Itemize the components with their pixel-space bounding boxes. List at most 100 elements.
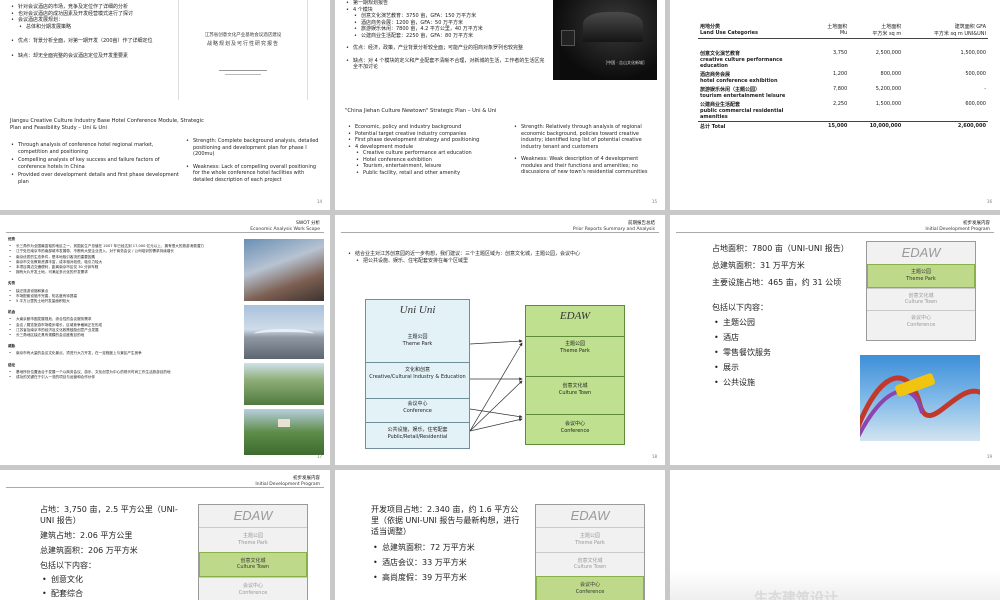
box-en: Conference — [560, 428, 590, 434]
slide-page-21: 开发项目占地：2.340 亩，约 1.6 平方公里（依据 UNI-UNI 报告与… — [335, 470, 665, 600]
slide-page-22: 生态建筑设计 — [670, 470, 1000, 600]
cell-en: Conference — [906, 321, 936, 328]
box-en: Public/Retail/Residential — [387, 434, 448, 440]
uni-box-public: 公共设施，娱乐，住宅配套 Public/Retail/Residential — [366, 422, 469, 441]
swot-item: 5 平方公里的土地开发量面积较大 — [8, 299, 233, 304]
edaw-panel: EDAW 主题公园 Theme Park 创意文化城 Culture Town 会议… — [198, 504, 308, 600]
cell: 1,500,000 — [875, 100, 902, 107]
page-number: 14 — [316, 199, 322, 204]
page-number: 16 — [986, 199, 992, 204]
sub-bullet: 总体和分期发展策略 — [10, 24, 170, 31]
col-header: 土地面积 — [881, 24, 902, 30]
page-heading: Jiangsu Creative Culture Industry Base H… — [10, 118, 204, 131]
cell-cn: 创意文化城 — [908, 292, 934, 299]
edaw-cell-theme-park: 主题公园 Theme Park — [199, 527, 307, 552]
table-row: 公建商业生活配套 public commercial residential am… — [698, 100, 988, 122]
col-header: Mu — [839, 30, 848, 36]
weakness-cn: 缺点：对 4 个模块的定义和产业配套不清晰不合理，对新城的生活，工作者的生活区完… — [345, 58, 545, 71]
cell-en: Conference — [575, 588, 605, 595]
header-cn: 初步发展内容 — [293, 476, 320, 481]
page-number: 17 — [316, 454, 322, 459]
weakness-cn: 缺点：却无全面完整的会议酒店定位及开发重要素 — [10, 53, 170, 60]
cell: - — [984, 85, 986, 92]
crowd-photo — [244, 239, 324, 301]
box-cn: 会议中心 — [564, 421, 585, 427]
header-cn: 初步发展内容 — [963, 221, 990, 226]
strength-cn: 优点：背景分析全面，对第一期开发（200亩）作了详细定位 — [10, 38, 170, 45]
cell-en: Culture Town — [573, 564, 607, 571]
cell-en: Culture Town — [236, 564, 270, 571]
facilities-area: 主要设施占地：465 亩，约 31 公顷 — [712, 278, 842, 287]
header-cn: SWOT 分析 — [295, 221, 320, 226]
box-en: Culture Town — [558, 390, 592, 396]
box-cn: 主题公园 — [564, 341, 585, 347]
uni-uni-panel: Uni Uni 主题公园 Theme Park 文化和创意 Creative/Cul… — [365, 299, 470, 449]
row-label: creative culture performance education — [700, 56, 783, 69]
list-item: 酒店 — [712, 332, 850, 343]
cell: 15,000 — [813, 120, 850, 131]
sub-bullet: 公建商业生活配套：2250 亩，GFA：80 万平方米 — [345, 33, 545, 40]
cell: 2,250 — [832, 100, 848, 107]
list-item: 高尚度假：39 万平方米 — [371, 572, 521, 583]
box-en: Theme Park — [402, 341, 433, 347]
table-row: 创意文化演艺教育 creative culture performance edu… — [698, 49, 988, 70]
list-item: 创意文化 — [40, 574, 190, 585]
slide-page-17: SWOT 分析Economic Analysis Work Scope 优势 长… — [0, 215, 330, 465]
slide-page-16: 用地分类 Land Use Categories 土地面积 Mu 土地面积 平方米 s… — [670, 0, 1000, 210]
header-cn: 前期报告总结 — [628, 221, 655, 226]
row-label: 旅游娱乐休闲（主题公园） — [700, 86, 761, 93]
uni-uni-title: Uni Uni — [399, 304, 436, 316]
cell-cn: 主题公园 — [579, 533, 600, 539]
page-number: 18 — [651, 454, 657, 459]
swot-o-title: 机会 — [8, 310, 16, 315]
cell: 2,600,000 — [903, 120, 988, 131]
cell-en: Theme Park — [575, 539, 605, 546]
edaw-panel: EDAW 主题公园 Theme Park 创意文化城 Culture Town 会议… — [535, 504, 645, 600]
slide-page-19: 初步发展内容 Initial Development Program 占地面积：7… — [670, 215, 1000, 465]
building-land: 建筑占地：2.06 平方公里 — [40, 531, 133, 540]
edaw-panel: EDAW 主题公园 Theme Park 创意文化城 Culture Town 会议… — [866, 241, 976, 341]
box-cn: 文化和创意 — [404, 367, 430, 373]
col-header: 用地分类 — [700, 24, 721, 30]
table-row: 旅游娱乐休闲（主题公园） tourism entertainment leisur… — [698, 85, 988, 100]
swot-c-title: 结论 — [8, 362, 16, 367]
list-item: 主题公园 — [712, 317, 850, 328]
box-en: Conference — [403, 408, 432, 414]
col-header: 平方米 sq m — [872, 31, 902, 37]
cell-cn: 创意文化城 — [577, 557, 603, 564]
box-en: Theme Park — [560, 348, 590, 354]
slide-page-14: 针对会议酒店的市场，竞争及定位作了详细的分析 也对会议酒店的成功因素及开发经营模… — [0, 0, 330, 210]
total-label: 总计 Total — [698, 120, 813, 131]
edaw-panel: EDAW 主题公园 Theme Park 创意文化城 Culture Town 会议… — [525, 305, 625, 445]
includes-label: 包括以下内容： — [712, 303, 768, 312]
list-item: 展示 — [712, 362, 850, 373]
cell: 5,200,000 — [875, 85, 902, 92]
table-row: 酒店商务会展 hotel conference exhibition 1,200 … — [698, 70, 988, 85]
list-item: 总建筑面积：72 万平方米 — [371, 542, 521, 553]
col-header: Land Use Categories — [700, 30, 758, 36]
monument-photo — [244, 409, 324, 455]
row-label: 创意文化演艺教育 — [700, 50, 741, 57]
table-total-row: 总计 Total 15,000 10,000,000 2,600,000 — [698, 120, 988, 131]
cell-cn: 会议中心 — [910, 315, 931, 321]
cell: 10,000,000 — [849, 120, 904, 131]
swot-item: 成功的关键在于引入一流的项目与运营和合作伙伴 — [8, 375, 233, 380]
box-cn: 主题公园 — [407, 334, 428, 340]
row-label: public commercial residential amenities — [700, 107, 784, 120]
swot-item: 南京市有大量的会议文化景点，须进行大力开发，在一定程度上与景区产生竞争 — [8, 351, 233, 356]
stadium-photo — [244, 305, 324, 359]
edaw-title: EDAW — [901, 245, 941, 260]
cell-cn: 主题公园 — [910, 269, 931, 275]
col-header: 平方米 sq m UNI&UNI — [933, 31, 986, 37]
cover-title: 江苏省创意文化产业基地会议酒店建设 — [204, 33, 282, 38]
weakness-en: Weakness: Lack of compelling overall pos… — [185, 164, 320, 184]
box-cn: 创意文化城 — [562, 383, 588, 389]
partial-title: 生态建筑设计 — [754, 591, 838, 600]
swot-s-title: 优势 — [8, 237, 16, 241]
roller-coaster-photo — [860, 355, 980, 441]
slide-page-18: 前期报告总结 Prior Reports Summary and Analysis… — [335, 215, 665, 465]
intro-sub: 把公共设施、娱乐、住宅配套安排在每个区域里 — [347, 258, 647, 265]
row-label: tourism entertainment leisure — [700, 92, 786, 99]
row-label: 酒店商务会展 — [700, 71, 731, 78]
cell-cn: 会议中心 — [579, 582, 600, 588]
